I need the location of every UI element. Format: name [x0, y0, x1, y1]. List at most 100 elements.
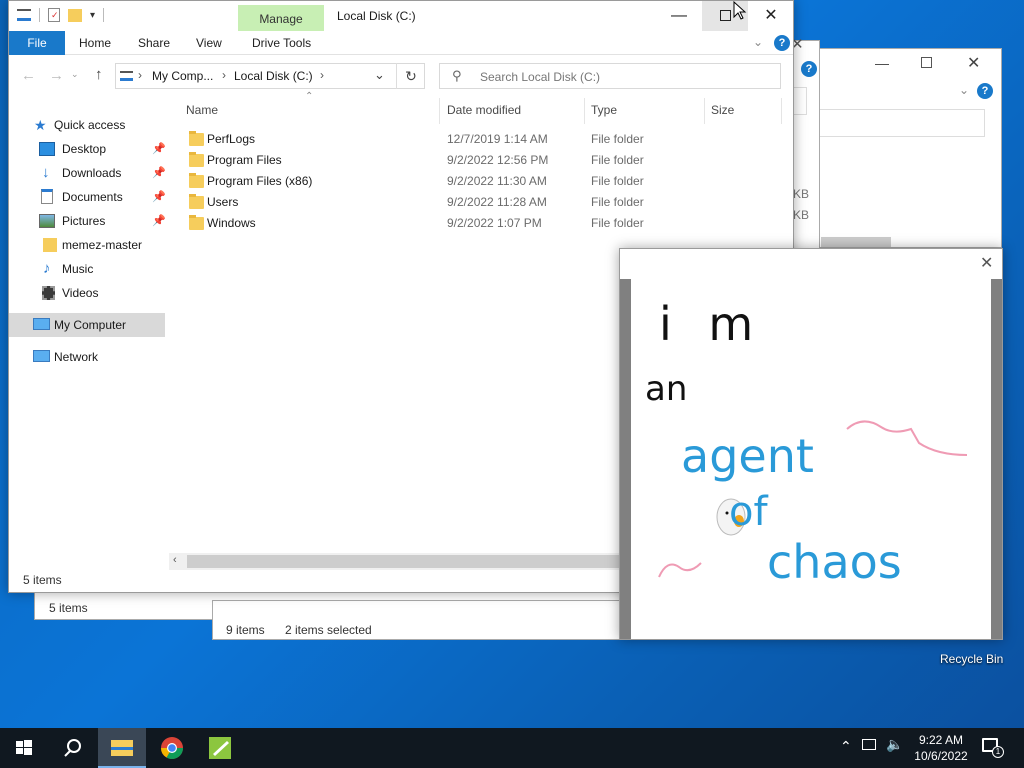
- file-explorer-taskbar-button[interactable]: [98, 728, 146, 768]
- sort-ascending-icon: ⌃: [305, 91, 314, 102]
- computer-icon: [33, 318, 50, 330]
- pin-icon[interactable]: 📌: [152, 137, 166, 161]
- network-status-icon[interactable]: [862, 739, 876, 750]
- sidebar-item-quick-access[interactable]: ★ Quick access: [9, 113, 165, 137]
- table-row[interactable]: Program Files 9/2/2022 12:56 PM File fol…: [179, 150, 785, 171]
- explorer-window-back-right[interactable]: — ✕ ⌄ ?: [802, 48, 1002, 248]
- qat-dropdown-icon[interactable]: ▾: [90, 10, 95, 21]
- ribbon-expand-icon[interactable]: ⌄: [753, 35, 763, 49]
- tab-home[interactable]: Home: [79, 31, 111, 55]
- maximize-icon[interactable]: [921, 57, 932, 68]
- pin-icon[interactable]: 📌: [152, 161, 166, 185]
- file-name: Program Files (x86): [207, 174, 313, 188]
- help-icon[interactable]: ?: [977, 83, 993, 99]
- up-arrow-icon[interactable]: ↑: [95, 66, 103, 83]
- recycle-bin-label[interactable]: Recycle Bin: [940, 652, 1003, 666]
- start-button[interactable]: [0, 728, 48, 768]
- back-arrow-icon[interactable]: ←: [21, 67, 36, 84]
- help-icon[interactable]: ?: [774, 35, 790, 51]
- tab-share[interactable]: Share: [138, 31, 170, 55]
- column-separator[interactable]: [439, 98, 440, 124]
- tab-drive-tools[interactable]: Drive Tools: [252, 31, 311, 55]
- sidebar-item-desktop[interactable]: Desktop 📌: [9, 137, 166, 161]
- close-icon[interactable]: ✕: [967, 53, 980, 73]
- column-header-type[interactable]: Type: [591, 98, 617, 122]
- scroll-left-icon[interactable]: ‹: [173, 554, 177, 566]
- search-input[interactable]: Search Local Disk (C:): [480, 70, 600, 84]
- sidebar-item-network[interactable]: Network: [9, 345, 165, 369]
- documents-icon: [41, 189, 53, 204]
- drive-icon[interactable]: [17, 9, 31, 21]
- file-name: PerfLogs: [207, 132, 256, 146]
- drawing-window[interactable]: ✕ i m an agent of chaos: [619, 248, 1003, 640]
- chevron-down-icon[interactable]: ⌄: [959, 83, 969, 97]
- status-selected-count: 2 items selected: [285, 623, 372, 637]
- sidebar-item-pictures[interactable]: Pictures 📌: [9, 209, 166, 233]
- breadcrumb-local-disk[interactable]: Local Disk (C:): [234, 69, 313, 83]
- table-row[interactable]: Users 9/2/2022 11:28 AM File folder: [179, 192, 785, 213]
- properties-icon[interactable]: ✓: [48, 8, 60, 22]
- sidebar-item-music[interactable]: ♪ Music: [9, 257, 165, 281]
- music-icon: ♪: [43, 260, 51, 277]
- minimize-icon[interactable]: —: [875, 55, 889, 71]
- scrollbar-thumb[interactable]: [187, 555, 627, 568]
- tab-file[interactable]: File: [9, 31, 65, 55]
- file-name: Program Files: [207, 153, 282, 167]
- help-icon[interactable]: ?: [801, 61, 817, 77]
- file-explorer-icon: [111, 740, 133, 756]
- explorer-window-back-bottom[interactable]: 9 items 2 items selected: [212, 600, 632, 640]
- clock-time: 9:22 AM: [918, 733, 964, 747]
- tab-manage[interactable]: Manage: [238, 5, 324, 31]
- breadcrumb-chevron-icon[interactable]: ›: [320, 68, 324, 82]
- show-hidden-icons-icon[interactable]: ⌃: [840, 738, 852, 755]
- breadcrumb-chevron-icon[interactable]: ›: [222, 68, 226, 82]
- recent-locations-icon[interactable]: ⌄: [71, 69, 79, 80]
- date-modified: 9/2/2022 12:56 PM: [447, 153, 549, 167]
- new-folder-icon[interactable]: [68, 8, 82, 22]
- column-header-size[interactable]: Size: [711, 98, 734, 122]
- table-row[interactable]: Windows 9/2/2022 1:07 PM File folder: [179, 213, 785, 234]
- chrome-taskbar-button[interactable]: [148, 728, 196, 768]
- title-bar[interactable]: ✓ ▾ Manage Local Disk (C:) — ✕: [9, 1, 793, 31]
- sidebar-item-memez-master[interactable]: memez-master: [9, 233, 165, 257]
- sidebar-item-videos[interactable]: Videos: [9, 281, 165, 305]
- table-row[interactable]: Program Files (x86) 9/2/2022 11:30 AM Fi…: [179, 171, 785, 192]
- breadcrumb-my-computer[interactable]: My Comp...: [152, 69, 213, 83]
- column-separator[interactable]: [704, 98, 705, 124]
- search-box-back[interactable]: [815, 109, 985, 137]
- separator: [39, 8, 40, 22]
- minimize-button[interactable]: —: [656, 1, 702, 31]
- volume-icon[interactable]: 🔈: [886, 736, 903, 753]
- navigation-pane: ★ Quick access Desktop 📌 ↓ Downloads 📌 D…: [9, 113, 166, 583]
- action-center-button[interactable]: 1: [982, 736, 1004, 758]
- videos-icon: [42, 286, 55, 300]
- pin-icon[interactable]: 📌: [152, 209, 166, 233]
- address-dropdown-icon[interactable]: ⌄: [374, 67, 385, 83]
- horizontal-scrollbar[interactable]: [821, 237, 891, 247]
- drawing-canvas[interactable]: i m an agent of chaos: [631, 279, 991, 639]
- search-button[interactable]: [48, 728, 96, 768]
- clock[interactable]: 9:22 AM 10/6/2022: [908, 732, 974, 764]
- column-separator[interactable]: [781, 98, 782, 124]
- maximize-icon: [719, 10, 731, 22]
- paint-app-taskbar-button[interactable]: [197, 728, 245, 768]
- windows-logo-icon: [16, 740, 32, 755]
- refresh-button[interactable]: ↻: [396, 63, 425, 89]
- search-box[interactable]: ⚲ Search Local Disk (C:): [439, 63, 781, 89]
- forward-arrow-icon[interactable]: →: [49, 67, 64, 84]
- sidebar-item-my-computer[interactable]: My Computer: [9, 313, 165, 337]
- pin-icon[interactable]: 📌: [152, 185, 166, 209]
- tab-view[interactable]: View: [196, 31, 222, 55]
- sidebar-item-downloads[interactable]: ↓ Downloads 📌: [9, 161, 166, 185]
- breadcrumb-chevron-icon[interactable]: ›: [138, 68, 142, 82]
- sidebar-item-documents[interactable]: Documents 📌: [9, 185, 166, 209]
- close-button[interactable]: ✕: [748, 1, 794, 31]
- table-row[interactable]: PerfLogs 12/7/2019 1:14 AM File folder: [179, 129, 785, 150]
- clock-date: 10/6/2022: [914, 749, 968, 763]
- address-bar[interactable]: › My Comp... › Local Disk (C:) › ⌄ ↻: [115, 63, 425, 89]
- column-header-date-modified[interactable]: Date modified: [447, 98, 521, 122]
- column-separator[interactable]: [584, 98, 585, 124]
- column-header-name[interactable]: Name: [186, 98, 218, 122]
- refresh-icon: ↻: [405, 68, 417, 84]
- close-icon[interactable]: ✕: [980, 253, 993, 273]
